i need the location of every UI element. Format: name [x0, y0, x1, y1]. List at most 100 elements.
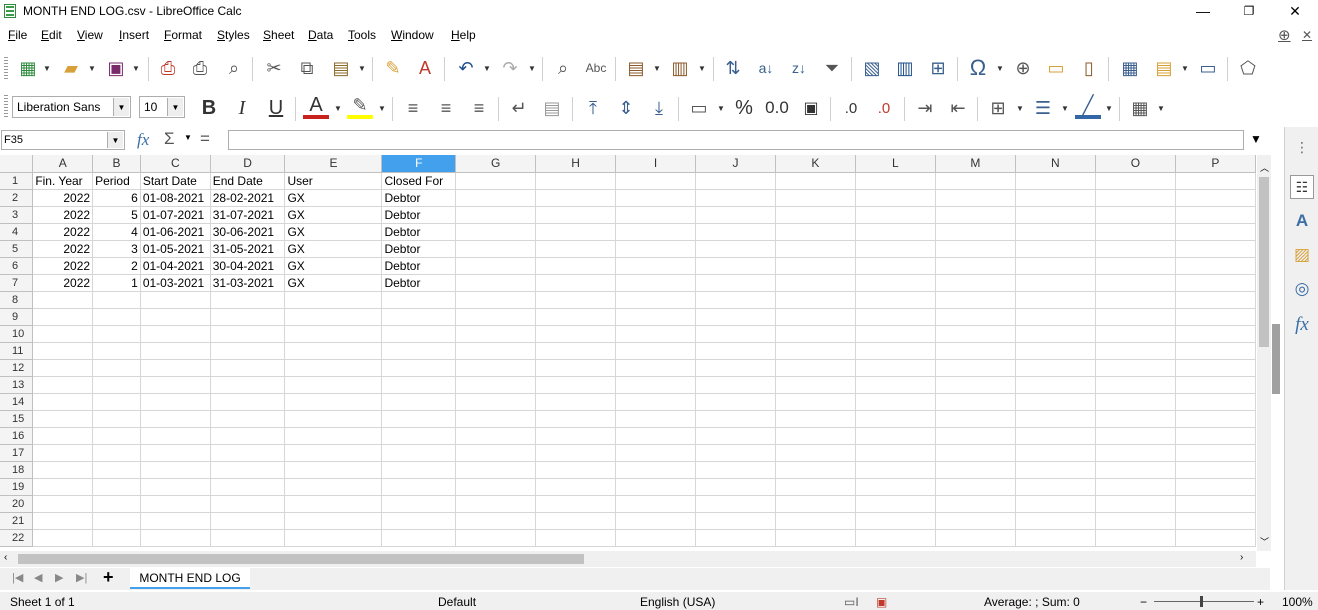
cell[interactable]: 1: [92, 274, 141, 292]
function-wizard-icon[interactable]: fx: [137, 130, 149, 150]
page-style[interactable]: Default: [438, 595, 476, 609]
cell[interactable]: [1015, 223, 1096, 241]
cell[interactable]: [210, 478, 286, 496]
last-sheet-icon[interactable]: ▶|: [76, 571, 87, 584]
row-header[interactable]: 7: [0, 274, 34, 292]
cell[interactable]: [32, 444, 94, 462]
cell[interactable]: [935, 461, 1016, 479]
cell[interactable]: [455, 359, 537, 377]
styles-icon[interactable]: A: [1290, 209, 1314, 233]
cell[interactable]: [455, 325, 537, 343]
cell[interactable]: [855, 342, 936, 360]
highlight-dropdown-icon[interactable]: ▼: [377, 95, 387, 121]
horizontal-scroll-thumb[interactable]: [18, 554, 584, 564]
gallery-icon[interactable]: ▨: [1290, 243, 1314, 267]
cell[interactable]: [855, 529, 936, 547]
cell[interactable]: [1015, 308, 1096, 326]
cell[interactable]: GX: [284, 189, 383, 207]
cell[interactable]: [775, 410, 856, 428]
row-header[interactable]: 16: [0, 427, 34, 445]
cell[interactable]: [92, 512, 141, 530]
cell[interactable]: [455, 240, 537, 258]
cell[interactable]: [535, 461, 617, 479]
cell[interactable]: [455, 274, 537, 292]
cell[interactable]: [140, 478, 211, 496]
cell[interactable]: [1095, 223, 1176, 241]
cell[interactable]: [935, 274, 1016, 292]
cell[interactable]: [775, 291, 856, 309]
cell[interactable]: [1175, 342, 1256, 360]
cell[interactable]: [535, 274, 617, 292]
cell[interactable]: [535, 240, 617, 258]
cell[interactable]: [1015, 529, 1096, 547]
cell[interactable]: [284, 291, 383, 309]
menu-data[interactable]: Data: [308, 28, 333, 42]
cell[interactable]: [695, 376, 776, 394]
cell[interactable]: [535, 223, 617, 241]
cell[interactable]: [455, 308, 537, 326]
row-header[interactable]: 14: [0, 393, 34, 411]
cell[interactable]: 31-05-2021: [210, 240, 286, 258]
cell[interactable]: [1175, 529, 1256, 547]
border-color-icon[interactable]: ╱: [1075, 95, 1101, 119]
redo-icon[interactable]: ↷: [497, 55, 523, 81]
scroll-right-icon[interactable]: ›: [1240, 552, 1243, 563]
cell[interactable]: [615, 512, 696, 530]
cell[interactable]: [855, 308, 936, 326]
currency-format-icon[interactable]: ▭: [686, 95, 712, 121]
row-header[interactable]: 4: [0, 223, 34, 241]
cell[interactable]: [615, 376, 696, 394]
font-color-dropdown-icon[interactable]: ▼: [333, 95, 343, 121]
freeze-dropdown-icon[interactable]: ▼: [1180, 55, 1190, 81]
sidebar-menu-icon[interactable]: ⋮: [1290, 135, 1314, 159]
column-icon[interactable]: ▥: [667, 55, 693, 81]
zoom-slider[interactable]: [1154, 601, 1254, 602]
cell[interactable]: [92, 308, 141, 326]
restore-button[interactable]: ❐: [1226, 0, 1272, 22]
cell[interactable]: [284, 393, 383, 411]
cell[interactable]: [210, 376, 286, 394]
cell[interactable]: [92, 291, 141, 309]
row-header[interactable]: 21: [0, 512, 34, 530]
cell[interactable]: [855, 495, 936, 513]
cell[interactable]: [210, 308, 286, 326]
cell[interactable]: [615, 274, 696, 292]
column-header-e[interactable]: E: [284, 155, 383, 173]
row-icon[interactable]: ▤: [623, 55, 649, 81]
cell[interactable]: [775, 478, 856, 496]
cell[interactable]: [210, 393, 286, 411]
cell[interactable]: [935, 393, 1016, 411]
cell[interactable]: [935, 342, 1016, 360]
cell[interactable]: [284, 410, 383, 428]
cell[interactable]: [140, 359, 211, 377]
cell[interactable]: [535, 257, 617, 275]
cell[interactable]: [1175, 512, 1256, 530]
cell[interactable]: [535, 376, 617, 394]
row-header[interactable]: 22: [0, 529, 34, 547]
cell[interactable]: [284, 359, 383, 377]
cell[interactable]: [1015, 512, 1096, 530]
cell[interactable]: [455, 512, 537, 530]
menu-tools[interactable]: Tools: [348, 28, 376, 42]
clear-formatting-icon[interactable]: A: [412, 55, 438, 81]
cell[interactable]: [1175, 478, 1256, 496]
date-format-icon[interactable]: ▣: [798, 95, 824, 121]
cell[interactable]: [1095, 172, 1176, 190]
cell[interactable]: GX: [284, 206, 383, 224]
cell[interactable]: [455, 410, 537, 428]
autofilter-icon[interactable]: ⏷: [819, 55, 845, 81]
cell[interactable]: [32, 325, 94, 343]
close-button[interactable]: ✕: [1272, 0, 1318, 22]
cell[interactable]: [1015, 478, 1096, 496]
next-sheet-icon[interactable]: ▶: [55, 571, 63, 584]
cell[interactable]: [32, 393, 94, 411]
cell[interactable]: 01-08-2021: [140, 189, 211, 207]
cell[interactable]: [1175, 393, 1256, 411]
first-sheet-icon[interactable]: |◀: [12, 571, 23, 584]
column-header-l[interactable]: L: [855, 155, 936, 173]
scroll-up-icon[interactable]: ︿: [1260, 161, 1269, 174]
font-size-box[interactable]: 10 ▼: [139, 96, 185, 118]
menu-view[interactable]: View: [77, 28, 103, 42]
cell[interactable]: [1095, 376, 1176, 394]
cell[interactable]: [855, 223, 936, 241]
